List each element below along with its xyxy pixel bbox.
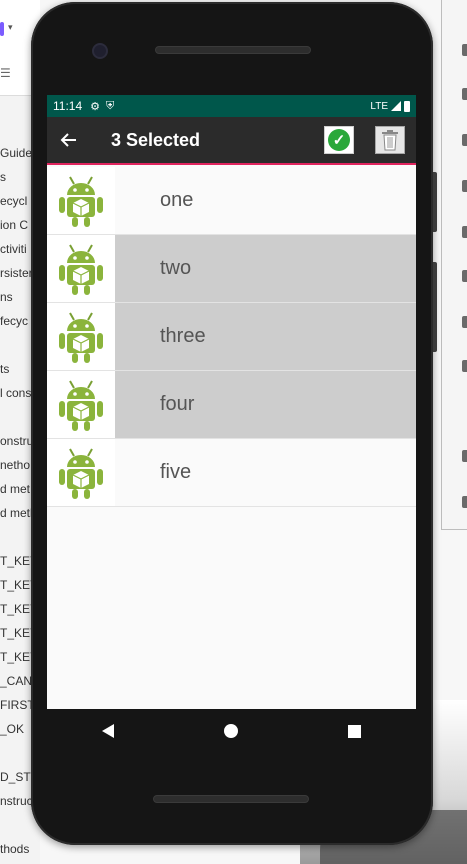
android-robot-icon [47, 371, 115, 438]
ide-config-icon[interactable] [0, 22, 4, 36]
android-robot-icon [47, 303, 115, 370]
ide-tree-item[interactable]: thods [0, 842, 40, 856]
bottom-speaker [153, 795, 309, 803]
shield-icon: ⛨ [106, 99, 115, 112]
chevron-down-icon[interactable]: ▾ [8, 22, 13, 33]
tool-icon[interactable] [462, 88, 467, 100]
tool-icon[interactable] [462, 496, 467, 508]
list-item[interactable]: five [47, 439, 416, 507]
list-item-body: two [115, 235, 416, 302]
front-camera [92, 43, 108, 59]
arrow-left-icon [60, 133, 76, 147]
earpiece-speaker [155, 46, 311, 54]
list-item[interactable]: two [47, 235, 416, 303]
structure-icon[interactable]: ☰ [0, 66, 11, 80]
tool-icon[interactable] [462, 360, 467, 372]
android-robot-icon [47, 167, 115, 234]
confirm-button[interactable]: ✓ [324, 126, 354, 154]
status-bar: 11:14 ⚙ ⛨ LTE [47, 95, 416, 117]
item-list: one two three four five [47, 167, 416, 507]
nav-back-button[interactable] [102, 724, 114, 738]
navigation-bar [47, 709, 416, 753]
list-item[interactable]: three [47, 303, 416, 371]
tool-icon[interactable] [462, 316, 467, 328]
list-item-body: three [115, 303, 416, 370]
phone-frame: 11:14 ⚙ ⛨ LTE 3 Selected ✓ one two three… [31, 2, 437, 845]
ide-right-toolbar [441, 0, 467, 530]
android-robot-icon [47, 235, 115, 302]
nav-recents-button[interactable] [348, 724, 361, 738]
tool-icon[interactable] [462, 180, 467, 192]
network-type: LTE [370, 100, 388, 112]
battery-icon [404, 100, 410, 112]
list-item-label: five [160, 461, 192, 483]
tool-icon[interactable] [462, 450, 467, 462]
signal-icon [391, 101, 401, 111]
tool-icon[interactable] [462, 134, 467, 146]
status-time: 11:14 [53, 99, 83, 113]
list-item-label: three [160, 325, 206, 347]
list-item-body: five [115, 439, 416, 506]
list-item[interactable]: four [47, 371, 416, 439]
list-item[interactable]: one [47, 167, 416, 235]
list-item-label: two [160, 257, 192, 279]
device-screen: 11:14 ⚙ ⛨ LTE 3 Selected ✓ one two three… [47, 95, 416, 709]
check-circle-icon: ✓ [328, 129, 350, 151]
tool-icon[interactable] [462, 44, 467, 56]
selection-count-title: 3 Selected [111, 129, 201, 150]
settings-gear-icon: ⚙ [90, 100, 101, 113]
back-arrow-button[interactable] [47, 116, 91, 164]
android-robot-icon [47, 439, 115, 506]
volume-button[interactable] [433, 262, 437, 352]
tool-icon[interactable] [462, 270, 467, 282]
list-item-body: one [115, 167, 416, 234]
list-item-label: four [160, 393, 195, 415]
contextual-action-bar: 3 Selected ✓ [47, 117, 416, 165]
power-button[interactable] [433, 172, 437, 232]
nav-home-button[interactable] [224, 724, 238, 738]
trash-icon [382, 130, 398, 151]
list-item-body: four [115, 371, 416, 438]
delete-button[interactable] [375, 126, 405, 154]
list-item-label: one [160, 189, 194, 211]
tool-icon[interactable] [462, 226, 467, 238]
